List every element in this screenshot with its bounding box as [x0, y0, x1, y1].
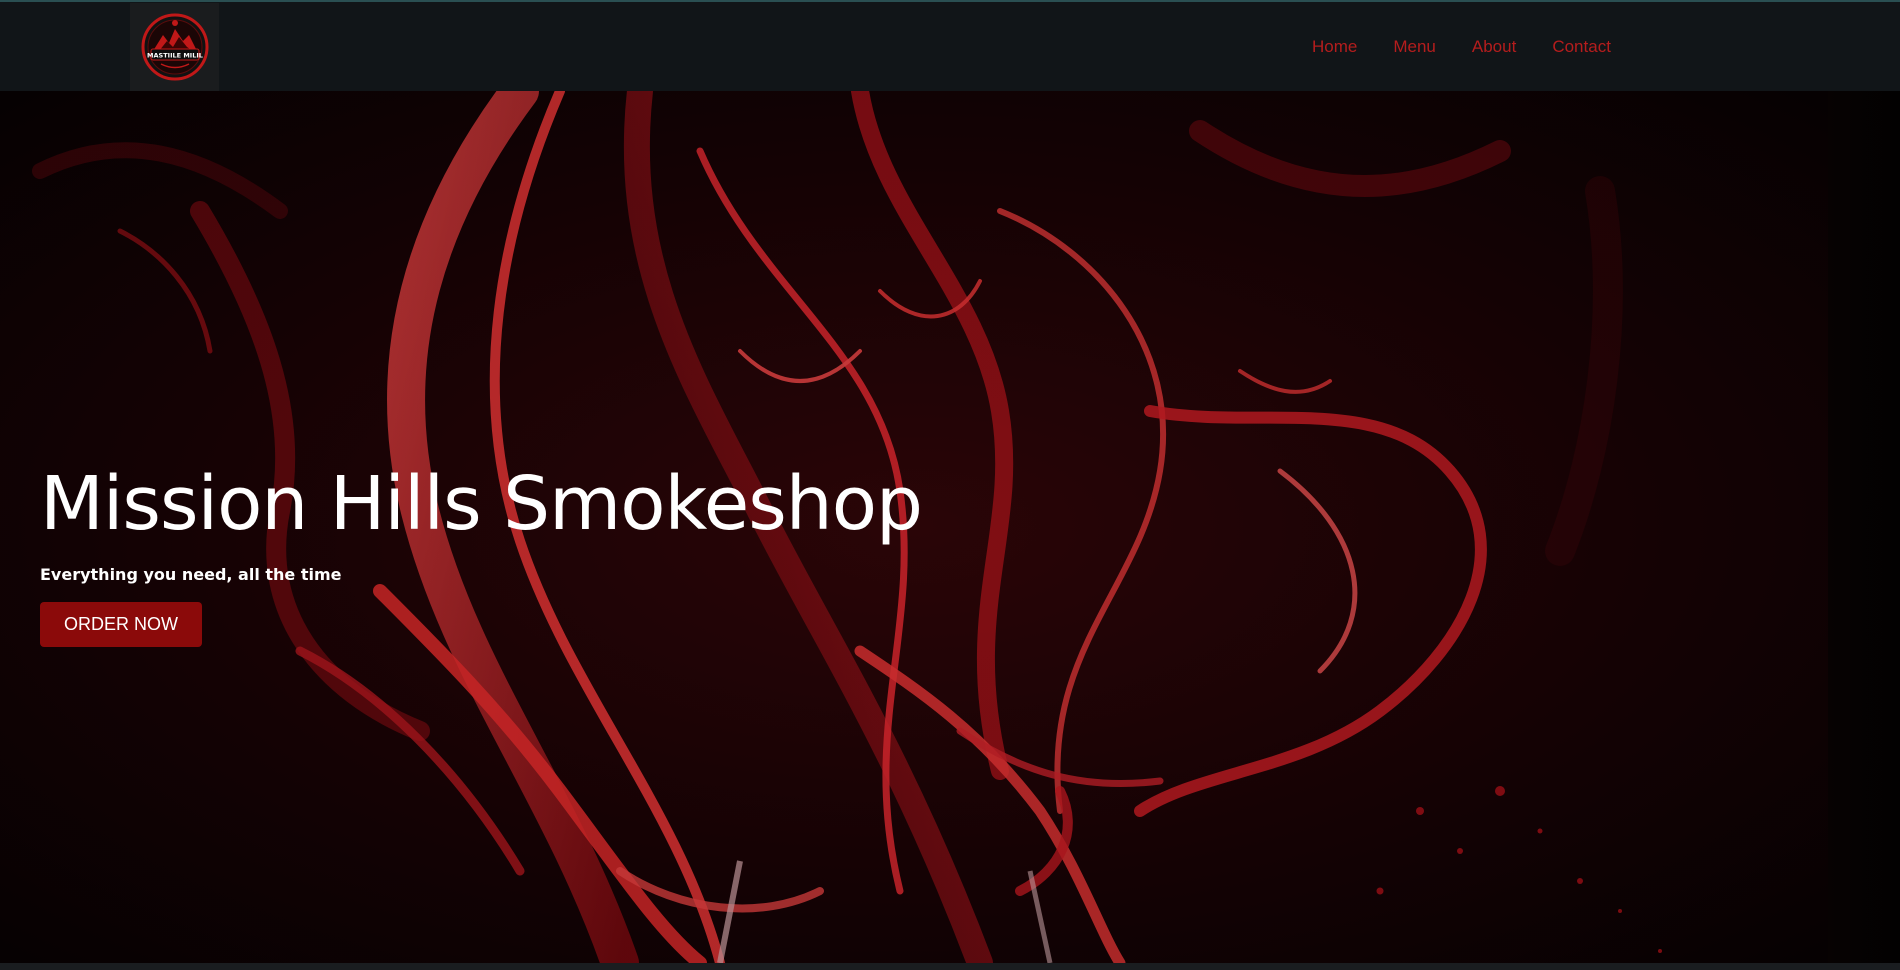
shop-logo[interactable]: MASTIILE MILIL — [130, 3, 219, 91]
logo-text: MASTIILE MILIL — [147, 52, 203, 60]
nav-menu-link[interactable]: Menu — [1393, 37, 1436, 57]
top-navbar: MASTIILE MILIL Home Menu About Contact — [0, 0, 1900, 91]
nav-about-link[interactable]: About — [1472, 37, 1516, 57]
nav-contact-link[interactable]: Contact — [1552, 37, 1611, 57]
hero-right-edge — [1828, 91, 1900, 963]
hero-subtitle: Everything you need, all the time — [40, 565, 342, 584]
main-nav: Home Menu About Contact — [1312, 37, 1647, 57]
hero-title: Mission Hills Smokeshop — [40, 461, 923, 547]
hero-section: Mission Hills Smokeshop Everything you n… — [0, 91, 1900, 963]
shop-logo-icon: MASTIILE MILIL — [141, 13, 208, 81]
nav-home-link[interactable]: Home — [1312, 37, 1357, 57]
hero-content: Mission Hills Smokeshop Everything you n… — [40, 461, 923, 647]
bottom-strip — [0, 963, 1900, 970]
order-now-button[interactable]: ORDER NOW — [40, 602, 202, 647]
